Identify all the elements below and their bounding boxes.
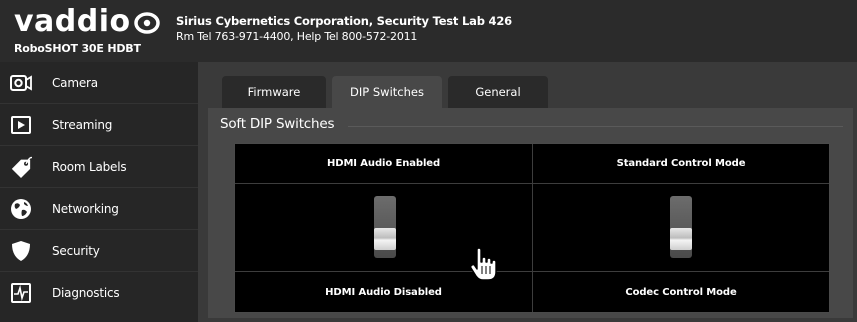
sidebar-item-label: Room Labels: [52, 159, 127, 174]
sidebar-item-label: Security: [52, 243, 100, 258]
brand: vaddio RoboSHOT 30E HDBT: [0, 0, 165, 62]
hdmi-audio-switch-knob: [374, 228, 396, 250]
main-content: Firmware DIP Switches General Soft DIP S…: [198, 62, 857, 322]
tab-firmware[interactable]: Firmware: [222, 76, 326, 108]
play-icon: [10, 114, 32, 136]
pulse-icon: [10, 282, 32, 304]
hdmi-audio-off-label: HDMI Audio Disabled: [325, 286, 442, 298]
tab-general[interactable]: General: [448, 76, 548, 108]
vaddio-logo: vaddio: [14, 4, 165, 39]
logo-mark-icon: [133, 12, 160, 34]
device-info: Sirius Cybernetics Corporation, Security…: [176, 14, 512, 44]
device-name: Sirius Cybernetics Corporation, Security…: [176, 14, 512, 28]
hdmi-audio-on-label: HDMI Audio Enabled: [326, 158, 441, 169]
panel-title: Soft DIP Switches: [220, 116, 335, 132]
sidebar-item-label: Diagnostics: [52, 286, 120, 300]
logo-text: vaddio: [14, 4, 131, 39]
globe-icon: [10, 198, 32, 220]
tag-icon: [10, 156, 32, 178]
sidebar-item-label: Streaming: [52, 117, 113, 132]
control-mode-on-label: Standard Control Mode: [616, 158, 746, 169]
dip-switch-grid: HDMI Audio Enabled HDMI Audio Disabled S…: [234, 143, 830, 313]
shield-icon: [10, 240, 32, 262]
control-mode-dip-switch[interactable]: [670, 196, 692, 258]
header: vaddio RoboSHOT 30E HDBT Sirius Cybernet…: [0, 0, 857, 62]
control-mode-switch-cell: [533, 184, 829, 271]
panel-title-divider: [348, 126, 843, 127]
sidebar-item-camera[interactable]: Camera: [0, 62, 198, 104]
sidebar-item-label: Camera: [52, 75, 98, 90]
dip-switches-panel: Soft DIP Switches HDMI Audio Enabled HDM…: [208, 108, 853, 318]
device-phone: Rm Tel 763-971-4400, Help Tel 800-572-20…: [176, 30, 418, 43]
sidebar-item-streaming[interactable]: Streaming: [0, 104, 198, 146]
sidebar-item-networking[interactable]: Networking: [0, 188, 198, 230]
control-mode-off-label: Codec Control Mode: [625, 286, 737, 298]
sidebar-item-label: Networking: [52, 201, 119, 216]
sidebar-item-room-labels[interactable]: Room Labels: [0, 146, 198, 188]
tab-dip-switches[interactable]: DIP Switches: [332, 76, 442, 108]
sidebar: Camera Streaming Room Labels Networking …: [0, 62, 198, 322]
hdmi-audio-dip-switch[interactable]: [374, 196, 396, 258]
sidebar-item-diagnostics[interactable]: Diagnostics: [0, 272, 198, 314]
hdmi-audio-switch-cell: [235, 184, 532, 271]
sidebar-item-security[interactable]: Security: [0, 230, 198, 272]
tab-bar: Firmware DIP Switches General: [198, 62, 857, 108]
control-mode-switch-knob: [670, 228, 692, 250]
camera-model: RoboSHOT 30E HDBT: [14, 42, 141, 55]
camera-icon: [10, 72, 32, 94]
